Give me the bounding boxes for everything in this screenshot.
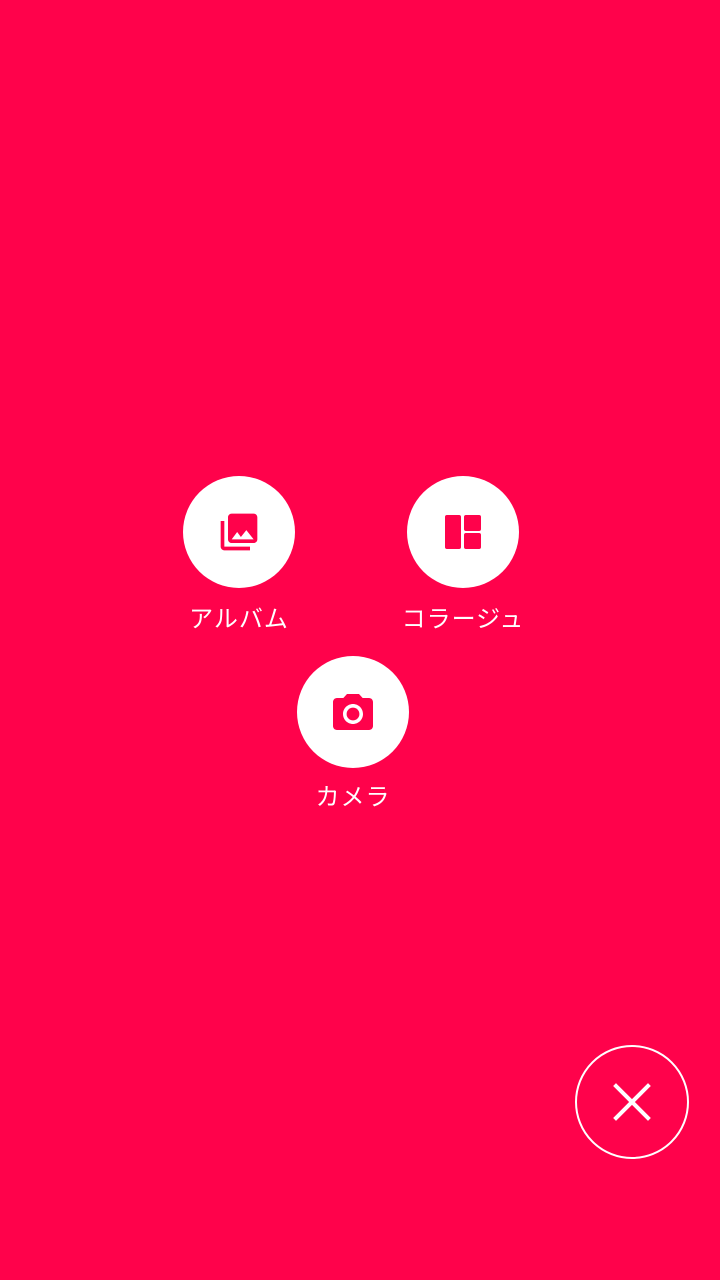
album-action[interactable]: アルバム	[159, 476, 319, 636]
close-button[interactable]	[575, 1045, 689, 1159]
album-button[interactable]	[183, 476, 295, 588]
photo-library-icon	[220, 513, 258, 551]
camera-button[interactable]	[297, 656, 409, 768]
album-label: アルバム	[189, 605, 289, 633]
collage-label: コラージュ	[401, 605, 525, 633]
action-menu-overlay: アルバム コラージュ カメラ	[0, 0, 720, 1280]
camera-label: カメラ	[315, 783, 391, 811]
camera-icon	[333, 694, 373, 730]
collage-layout-icon	[445, 515, 481, 549]
close-icon	[613, 1083, 651, 1121]
camera-action[interactable]: カメラ	[273, 656, 433, 814]
collage-action[interactable]: コラージュ	[383, 476, 543, 636]
collage-button[interactable]	[407, 476, 519, 588]
